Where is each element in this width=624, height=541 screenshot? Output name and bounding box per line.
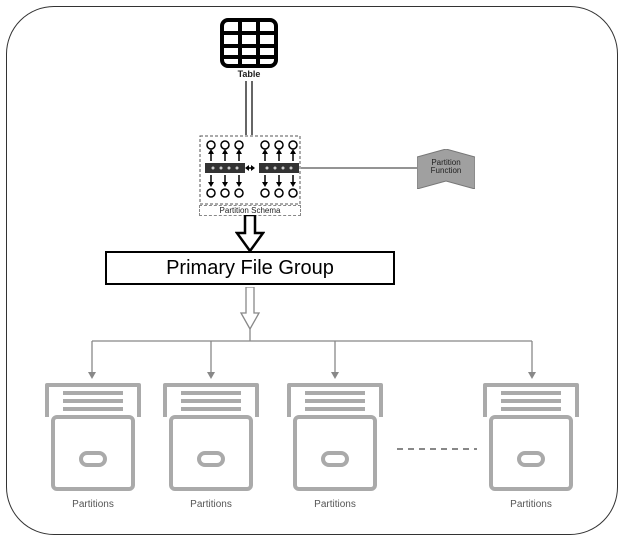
connector-schema-function [301,166,421,170]
partition-schema-icon [199,135,301,213]
partition-box-4 [479,379,583,497]
partition-box-1 [41,379,145,497]
arrow-schema-pfg [235,215,265,253]
partition-function-label: Partition Function [417,159,475,176]
table-label: Table [219,69,279,79]
pf-line2: Function [431,166,462,175]
primary-file-group-box: Primary File Group [105,251,395,285]
arrow-pfg-down [239,287,261,331]
primary-file-group-label: Primary File Group [166,257,334,280]
diagram-frame: Table [6,6,618,535]
ellipsis-icon [397,445,477,453]
partition-label-3: Partitions [283,499,387,510]
partition-label-4: Partitions [479,499,583,510]
table-icon [219,17,279,69]
partition-label-1: Partitions [41,499,145,510]
connector-table-schema [239,81,259,135]
partition-box-2 [159,379,263,497]
partition-label-2: Partitions [159,499,263,510]
partition-box-3 [283,379,387,497]
